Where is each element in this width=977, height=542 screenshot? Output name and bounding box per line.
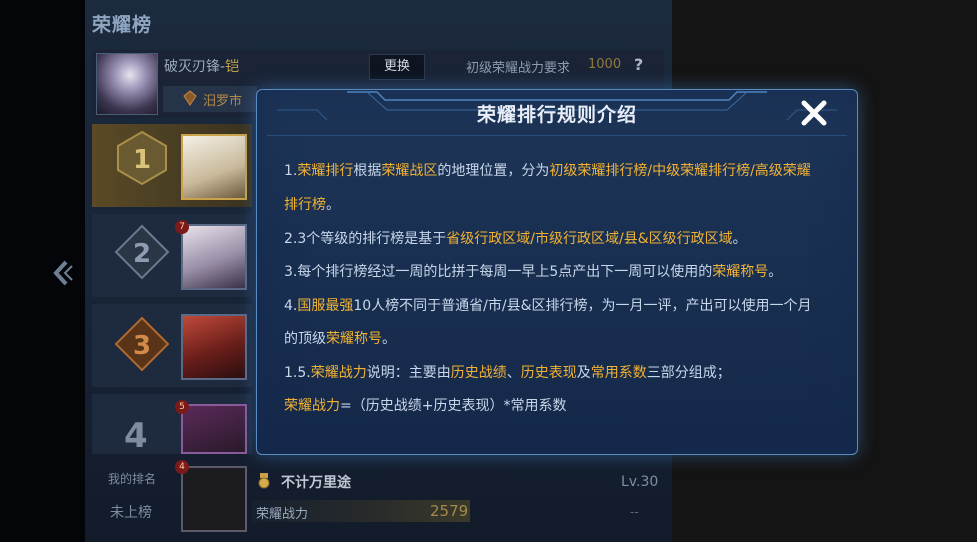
rule-text: 3.每个排行榜经过一周的比拼于每周一早上5点产出下一周可以使用的 bbox=[284, 264, 713, 280]
highlight-term: 荣耀战力 bbox=[310, 365, 367, 381]
highlight-term: 荣耀战区 bbox=[381, 163, 438, 179]
my-player-name: 不计万里途 bbox=[281, 475, 351, 491]
highlight-term: 荣耀战力 bbox=[284, 398, 340, 414]
my-rank-label: 我的排名 bbox=[108, 472, 157, 486]
my-rank-value: 未上榜 bbox=[110, 505, 152, 521]
requirement-value: 1000 bbox=[588, 57, 622, 72]
rule-text: 。 bbox=[382, 331, 396, 347]
highlight-term: 荣耀排行 bbox=[297, 163, 354, 179]
rule-text: 及 bbox=[576, 365, 591, 381]
region-name: 汨罗市 bbox=[203, 94, 243, 109]
highlight-term: 常用系数 bbox=[590, 365, 647, 381]
power-placeholder: -- bbox=[630, 505, 639, 519]
rule-text: 根据 bbox=[353, 163, 382, 179]
svg-text:3: 3 bbox=[133, 331, 151, 361]
rule-text: 。 bbox=[768, 264, 783, 280]
rule-line: 排行榜。 bbox=[284, 194, 340, 214]
rule-line: 3.每个排行榜经过一周的比拼于每周一早上5点产出下一周可以使用的荣耀称号。 bbox=[284, 261, 782, 281]
modal-title: 荣耀排行规则介绍 bbox=[476, 104, 637, 126]
rule-line: 1.5.荣耀战力说明：主要由历史战绩、历史表现及常用系数三部分组成； bbox=[284, 362, 731, 382]
avatar[interactable] bbox=[96, 53, 158, 115]
panel-title: 荣耀榜 bbox=[92, 14, 153, 36]
level-badge: 4 bbox=[175, 460, 189, 474]
rank-3-avatar[interactable] bbox=[181, 314, 247, 380]
rule-text: 的顶级 bbox=[284, 331, 326, 347]
chevron-left-icon[interactable] bbox=[50, 258, 74, 288]
change-button[interactable]: 更换 bbox=[369, 54, 425, 80]
rule-text: 说明：主要由 bbox=[366, 365, 451, 381]
highlight-term: 历史表现 bbox=[520, 365, 577, 381]
rule-line: 4.国服最强10人榜不同于普通省/市/县&区排行榜，为一月一评，产出可以使用一个… bbox=[284, 295, 812, 315]
rule-text: 的地理位置，分为 bbox=[437, 163, 550, 179]
my-avatar[interactable] bbox=[181, 466, 247, 532]
rule-line: 的顶级荣耀称号。 bbox=[284, 328, 396, 348]
rule-line: 1.荣耀排行根据荣耀战区的地理位置，分为初级荣耀排行榜/中级荣耀排行榜/高级荣耀 bbox=[284, 160, 811, 180]
rank-1-avatar[interactable] bbox=[181, 134, 247, 200]
rule-line: 2.3个等级的排行榜是基于省级行政区域/市级行政区域/县&区级行政区域。 bbox=[284, 228, 747, 248]
requirement-label: 初级荣耀战力要求 bbox=[466, 61, 571, 76]
rule-text: 10人榜不同于普通省/市/县&区排行榜，为一月一评，产出可以使用一个月 bbox=[353, 298, 812, 314]
level-badge: 7 bbox=[175, 220, 189, 234]
location-pin-icon bbox=[183, 90, 197, 106]
highlight-term: 荣耀称号 bbox=[326, 331, 382, 347]
close-icon[interactable] bbox=[797, 96, 831, 130]
rule-text: 1. bbox=[284, 163, 298, 179]
rank-2-avatar[interactable] bbox=[181, 224, 247, 290]
svg-text:2: 2 bbox=[133, 239, 151, 269]
svg-text:1: 1 bbox=[133, 145, 151, 175]
rules-modal: 荣耀排行规则介绍 1.荣耀排行根据荣耀战区的地理位置，分为初级荣耀排行榜/中级荣… bbox=[256, 89, 858, 455]
rule-text: 、 bbox=[506, 365, 521, 381]
power-label: 荣耀战力 bbox=[256, 507, 309, 522]
rank-4-number: 4 bbox=[124, 416, 148, 456]
rank-1-badge-icon: 1 bbox=[117, 130, 167, 186]
highlight-term: 国服最强 bbox=[297, 298, 354, 314]
highlight-term: 省级行政区域/市级行政区域/县&区级行政区域 bbox=[446, 231, 733, 247]
my-level: Lv.30 bbox=[621, 474, 659, 490]
help-icon[interactable]: ? bbox=[634, 55, 643, 74]
rank-2-badge-icon: 2 bbox=[114, 224, 170, 280]
level-badge: 5 bbox=[175, 400, 189, 414]
rank-3-badge-icon: 3 bbox=[114, 316, 170, 372]
highlight-term: 历史战绩 bbox=[450, 365, 507, 381]
rank-4-avatar[interactable] bbox=[181, 404, 247, 454]
hero-title: 破灭刃锋-铠 bbox=[164, 59, 240, 75]
rule-text: 2.3个等级的排行榜是基于 bbox=[284, 231, 447, 247]
rule-text: 。 bbox=[326, 197, 340, 213]
highlight-term: 荣耀称号 bbox=[712, 264, 769, 280]
highlight-term: 排行榜 bbox=[284, 197, 326, 213]
rule-line: 荣耀战力=（历史战绩+历史表现）*常用系数 bbox=[284, 395, 566, 415]
rule-text: =（历史战绩+历史表现）*常用系数 bbox=[340, 398, 567, 414]
power-value: 2579 bbox=[430, 502, 469, 520]
rule-text: 三部分组成； bbox=[646, 365, 731, 381]
highlight-term: 初级荣耀排行榜/中级荣耀排行榜/高级荣耀 bbox=[549, 163, 811, 179]
rule-text: 。 bbox=[732, 231, 747, 247]
rule-text: 4. bbox=[284, 298, 298, 314]
rule-text: 1.5. bbox=[284, 365, 311, 381]
hero-name: 铠 bbox=[225, 59, 240, 75]
medal-icon bbox=[258, 473, 270, 489]
